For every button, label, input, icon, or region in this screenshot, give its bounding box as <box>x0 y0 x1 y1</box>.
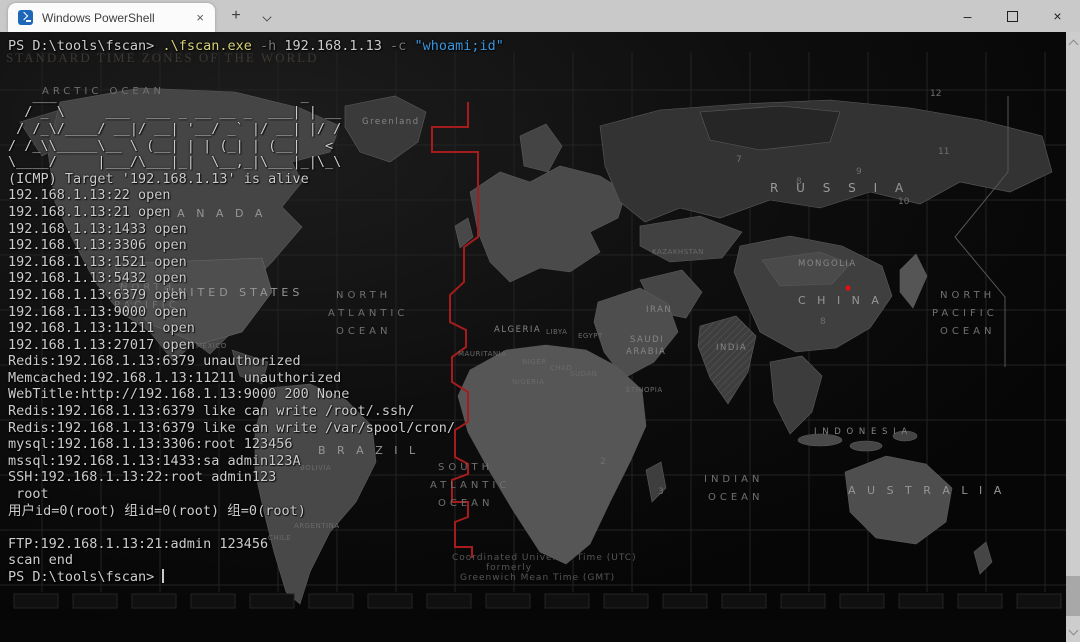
tab-close-icon[interactable]: × <box>193 10 207 25</box>
tab-title: Windows PowerShell <box>42 11 193 25</box>
scrollbar[interactable] <box>1066 32 1080 642</box>
text-cursor <box>162 569 164 583</box>
scrollbar-thumb[interactable] <box>1066 576 1080 616</box>
terminal-viewport[interactable]: STANDARD TIME ZONES OF THE WORLDARCTIC O… <box>0 32 1066 642</box>
tab-windows-powershell[interactable]: Windows PowerShell × <box>8 3 215 32</box>
scroll-up-icon[interactable] <box>1066 34 1080 50</box>
command-segment: 192.168.1.13 <box>284 38 390 54</box>
scroll-down-icon[interactable] <box>1066 624 1080 640</box>
chevron-down-icon <box>263 12 272 21</box>
tab-dropdown-button[interactable] <box>254 0 280 32</box>
fscan-banner: ___ _ / _ \ ___ ___ _ __ __ _ ___| | __ … <box>8 88 1066 171</box>
prompt-text: PS D:\tools\fscan> <box>8 569 162 585</box>
terminal-text: PS D:\tools\fscan> .\fscan.exe -h 192.16… <box>0 32 1066 642</box>
window-controls: – × <box>945 0 1080 32</box>
command-segment: .\fscan.exe <box>162 38 260 54</box>
command-segment: "whoami;id" <box>414 38 503 54</box>
new-tab-button[interactable]: + <box>222 0 250 32</box>
command-segment: PS D:\tools\fscan> <box>8 38 162 54</box>
scan-output: (ICMP) Target '192.168.1.13' is alive 19… <box>8 171 1066 569</box>
command-segment: -c <box>390 38 414 54</box>
command-line: PS D:\tools\fscan> .\fscan.exe -h 192.16… <box>8 38 1066 55</box>
powershell-icon <box>18 10 33 25</box>
command-segment: -h <box>260 38 284 54</box>
maximize-button[interactable] <box>990 0 1035 32</box>
title-bar: Windows PowerShell × + – × <box>0 0 1080 32</box>
current-prompt-line[interactable]: PS D:\tools\fscan> <box>8 569 1066 586</box>
close-button[interactable]: × <box>1035 0 1080 32</box>
minimize-button[interactable]: – <box>945 0 990 32</box>
